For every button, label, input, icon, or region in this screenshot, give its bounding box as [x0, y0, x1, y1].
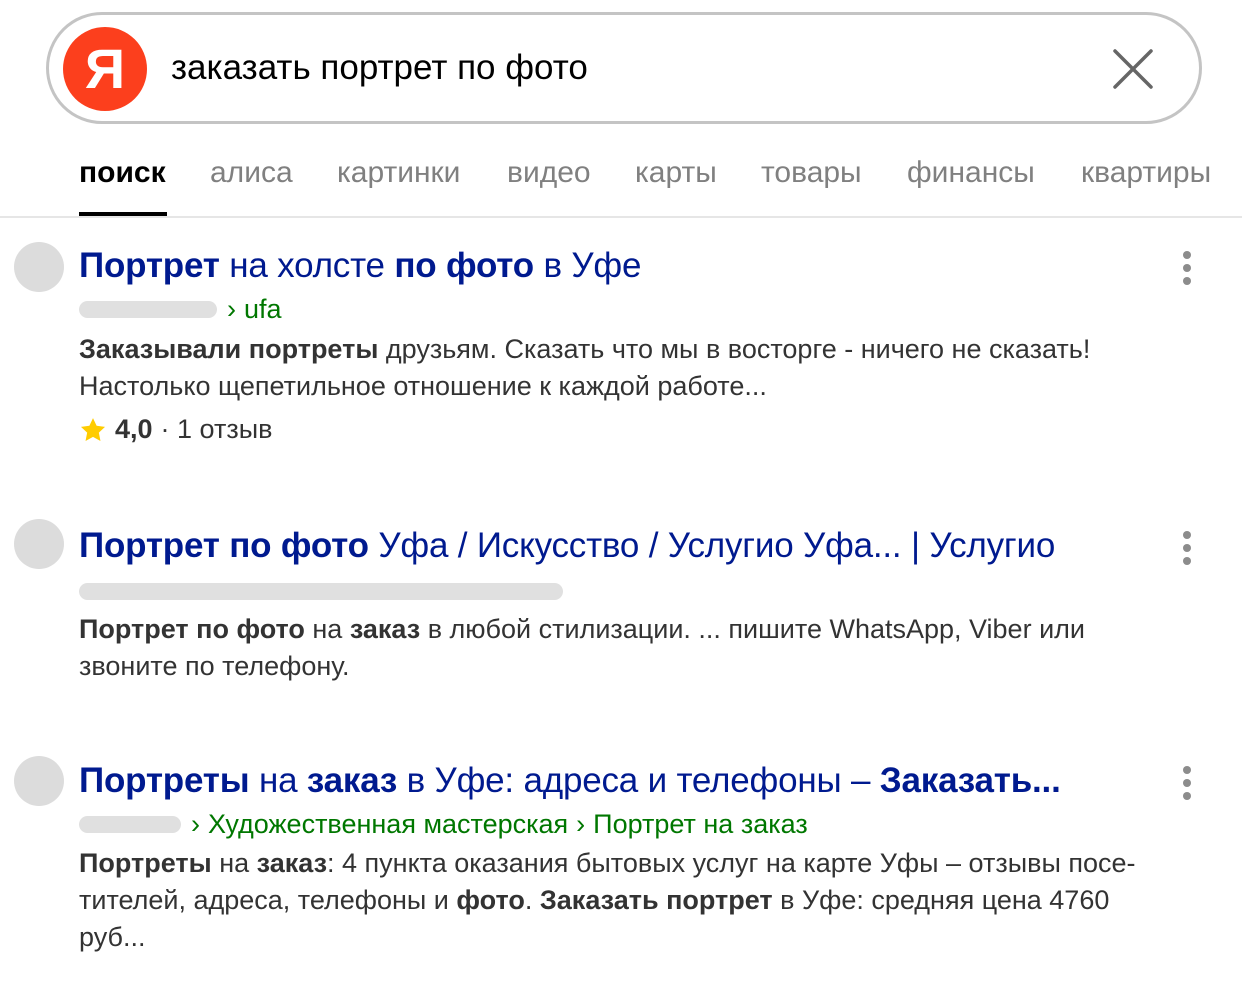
result-url-path: › Художественная мастерская › Портрет на… [79, 809, 808, 840]
clear-search-button[interactable] [1113, 49, 1153, 89]
tab-images[interactable]: картинки [337, 156, 460, 190]
breadcrumb-segment[interactable]: ufa [244, 294, 282, 325]
url-placeholder [79, 816, 181, 833]
tab-video[interactable]: видео [507, 156, 591, 190]
tab-alice[interactable]: алиса [210, 156, 293, 190]
result-snippet: Портреты на заказ: 4 пункта оказания быт… [79, 848, 1136, 952]
url-placeholder [79, 301, 217, 318]
site-favicon [14, 242, 64, 292]
result-url-path [79, 583, 563, 600]
rating-score: 4,0 [115, 414, 153, 444]
breadcrumb-segment[interactable]: Портрет на заказ [593, 809, 808, 840]
search-input[interactable]: заказать портрет по фото [171, 15, 1079, 121]
search-tabs: поиск алиса картинки видео карты товары … [0, 130, 1242, 218]
result-rating: 4,0 · 1 отзыв [79, 414, 272, 445]
yandex-logo[interactable]: Я [63, 27, 147, 111]
result-snippet: Портрет по фото на заказ в любой стилиза… [79, 614, 1085, 681]
result-title-link[interactable]: Портрет по фото Уфа / Искусство / Услуги… [79, 526, 1055, 566]
search-bar[interactable]: Я заказать портрет по фото [46, 12, 1202, 124]
result-url-path: › ufa [79, 294, 282, 325]
site-favicon [14, 519, 64, 569]
tab-finance[interactable]: финансы [907, 156, 1035, 190]
result-title-link[interactable]: Портреты на заказ в Уфе: адреса и телефо… [79, 761, 1061, 801]
close-icon [1113, 49, 1153, 89]
breadcrumb-segment[interactable]: Художественная мастерская [208, 809, 568, 840]
more-options-button[interactable] [1180, 766, 1194, 800]
more-options-button[interactable] [1180, 531, 1194, 565]
url-placeholder [79, 583, 563, 600]
tab-products[interactable]: товары [761, 156, 862, 190]
tab-maps[interactable]: карты [635, 156, 717, 190]
active-tab-indicator [79, 212, 167, 216]
review-count[interactable]: · 1 отзыв [161, 414, 273, 445]
result-title-link[interactable]: Портрет на холсте по фото в Уфе [79, 246, 641, 286]
more-options-button[interactable] [1180, 251, 1194, 285]
tab-apartments[interactable]: квартиры [1081, 156, 1211, 190]
star-icon [80, 417, 106, 441]
result-snippet: Заказывали портреты друзьям. Сказать что… [79, 334, 1091, 401]
site-favicon [14, 756, 64, 806]
tab-search[interactable]: поиск [79, 156, 166, 190]
